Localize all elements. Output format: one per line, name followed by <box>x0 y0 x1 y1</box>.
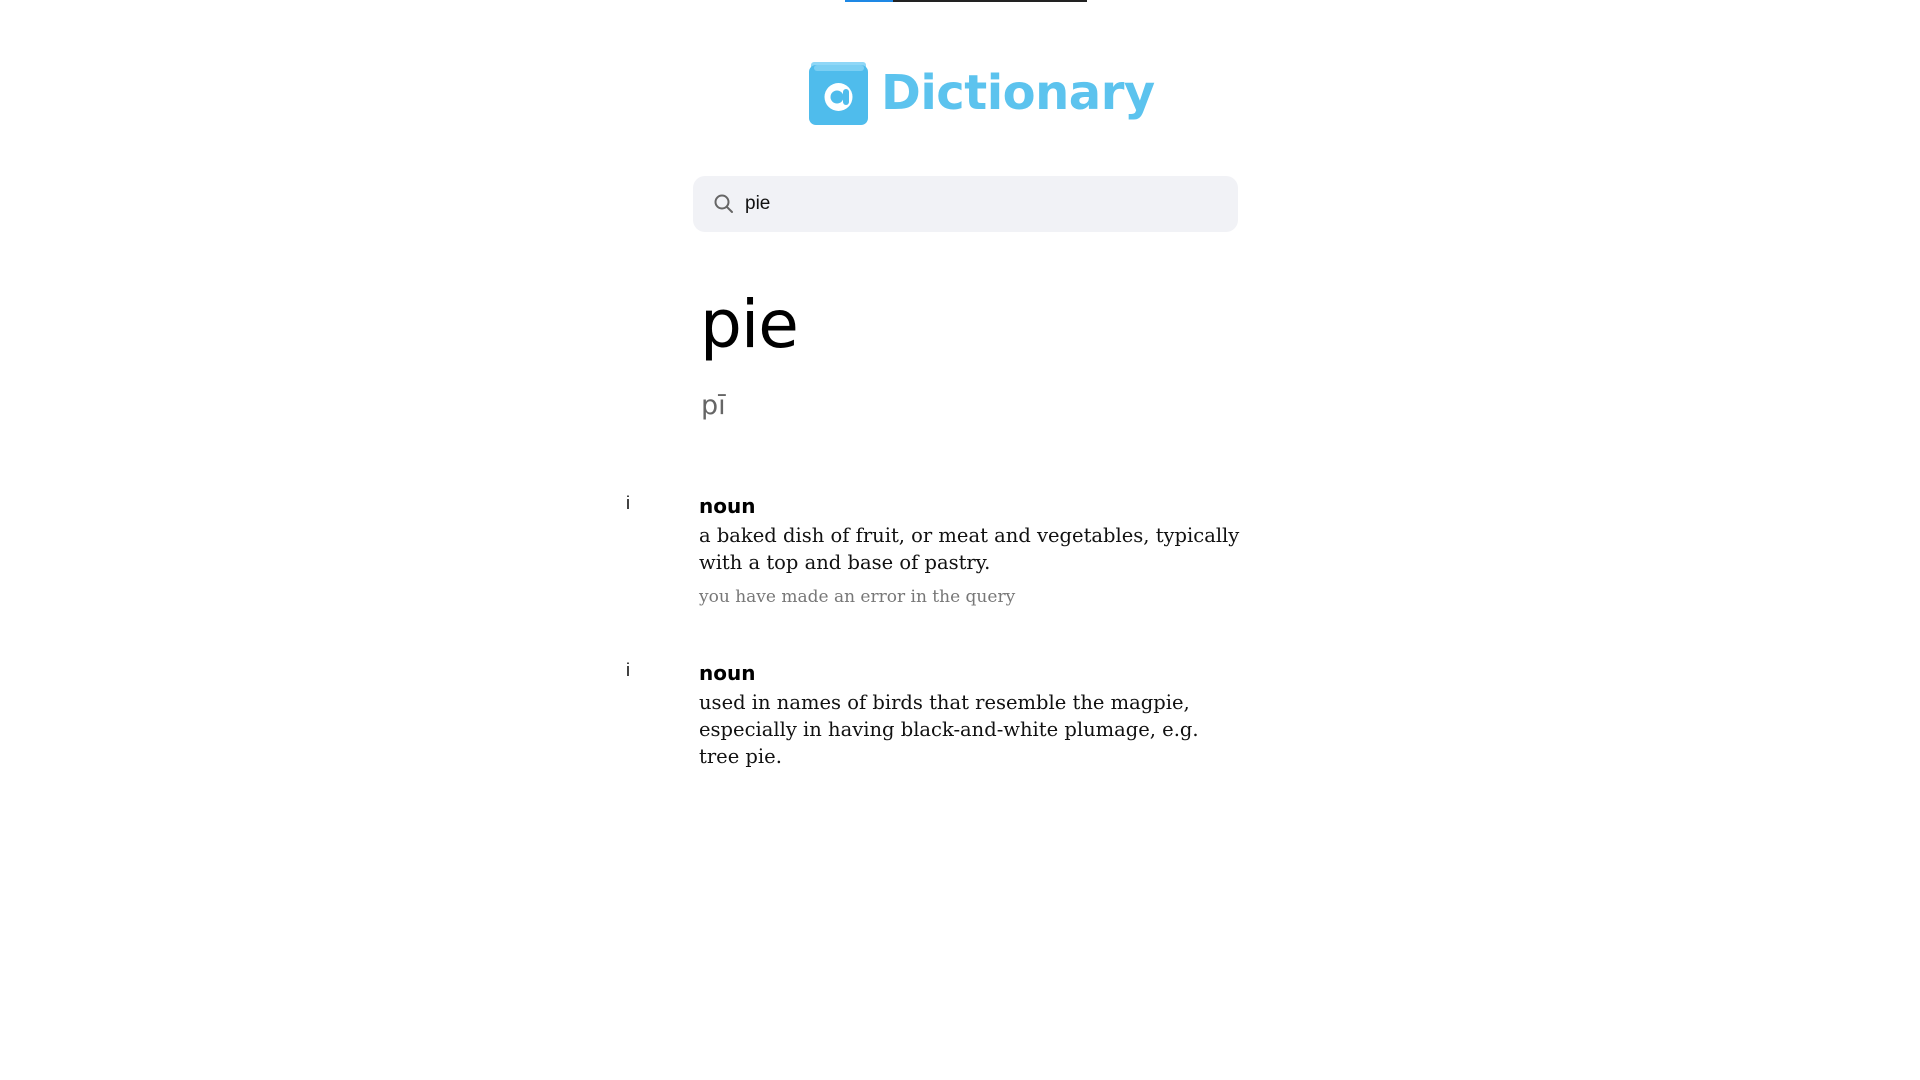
entry-index: i <box>626 660 630 680</box>
part-of-speech: noun <box>699 494 756 518</box>
page: Dictionary pie pī i noun a baked dish of… <box>0 0 1920 1080</box>
error-note: you have made an error in the query <box>699 587 1016 607</box>
search-bar[interactable] <box>693 176 1238 232</box>
phonetic-transcription: pī <box>701 390 726 421</box>
part-of-speech: noun <box>699 661 756 685</box>
search-icon <box>713 193 735 215</box>
logo[interactable]: Dictionary <box>809 58 1155 128</box>
entry-body: noun a baked dish of fruit, or meat and … <box>699 493 1244 609</box>
loading-progress-bar <box>845 0 1087 2</box>
logo-wordmark: Dictionary <box>881 65 1155 121</box>
entry-index: i <box>626 493 630 513</box>
definition-text: a baked dish of fruit, or meat and veget… <box>699 524 1240 574</box>
headword: pie <box>700 286 799 363</box>
definition-text: used in names of birds that resemble the… <box>699 691 1199 768</box>
search-input[interactable] <box>745 193 1215 215</box>
loading-progress-fill <box>845 0 894 2</box>
book-icon <box>809 61 868 125</box>
entry-body: noun used in names of birds that resembl… <box>699 660 1244 770</box>
